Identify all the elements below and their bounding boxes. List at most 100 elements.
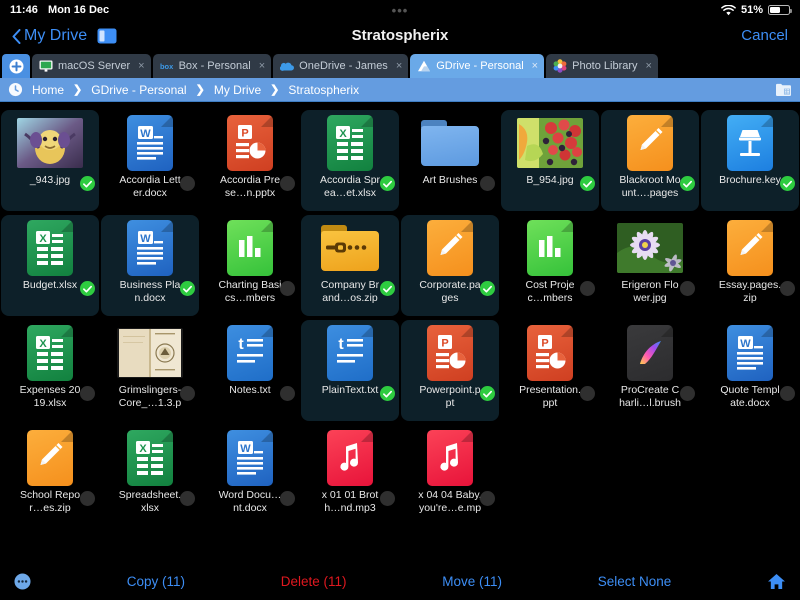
file-item[interactable]: Grimslingers-Core_…1.3.pdf [101, 320, 199, 421]
selection-circle-icon[interactable] [480, 491, 495, 506]
file-item[interactable]: ProCreate Charli…l.brush [601, 320, 699, 421]
selection-circle-icon[interactable] [480, 176, 495, 191]
file-item[interactable]: P Presentation.ppt [501, 320, 599, 421]
file-item[interactable]: X Accordia Sprea…et.xlsx [301, 110, 399, 211]
selection-checkmark-icon[interactable] [380, 281, 395, 296]
selection-circle-icon[interactable] [280, 386, 295, 401]
delete-button[interactable]: Delete (11) [281, 574, 347, 589]
file-label-row: B_954.jpg [501, 174, 599, 191]
file-item[interactable]: W Accordia Letter.docx [101, 110, 199, 211]
file-cell: Art Brushes [400, 108, 500, 213]
file-item[interactable]: Cost Projec…mbers [501, 215, 599, 316]
tab-macos-server[interactable]: macOS Server × [32, 54, 151, 78]
selection-circle-icon[interactable] [280, 176, 295, 191]
selection-circle-icon[interactable] [180, 176, 195, 191]
file-item[interactable]: Corporate.pages [401, 215, 499, 316]
selection-checkmark-icon[interactable] [80, 176, 95, 191]
file-item[interactable]: t PlainText.txt [301, 320, 399, 421]
word-glyph: W [137, 126, 163, 160]
file-item[interactable]: B_954.jpg [501, 110, 599, 211]
tab-photo-library[interactable]: Photo Library × [546, 54, 658, 78]
file-name: x 04 04 Baby, you're…e.mp3 [418, 489, 482, 515]
selection-checkmark-icon[interactable] [180, 281, 195, 296]
file-item[interactable]: School Repor…es.zip [1, 425, 99, 526]
file-item[interactable]: W Word Docu…nt.docx [201, 425, 299, 526]
tab-onedrive-james[interactable]: OneDrive - James × [273, 54, 409, 78]
file-item[interactable]: Essay.pages.zip [701, 215, 799, 316]
file-item[interactable]: x 04 04 Baby, you're…e.mp3 [401, 425, 499, 526]
file-item[interactable]: _943.jpg [1, 110, 99, 211]
selection-circle-icon[interactable] [780, 281, 795, 296]
breadcrumb-item[interactable]: Home [32, 83, 64, 97]
selection-circle-icon[interactable] [680, 281, 695, 296]
selection-circle-icon[interactable] [680, 386, 695, 401]
selection-circle-icon[interactable] [780, 386, 795, 401]
tab-box-personal[interactable]: box Box - Personal × [152, 54, 272, 78]
selection-circle-icon[interactable] [80, 491, 95, 506]
file-label-row: Cost Projec…mbers [501, 279, 599, 304]
add-tab-button[interactable] [2, 54, 30, 78]
selection-checkmark-icon[interactable] [380, 386, 395, 401]
file-item[interactable]: Company Brand…os.zip [301, 215, 399, 316]
document-shape [727, 220, 773, 276]
more-options-icon[interactable] [14, 572, 31, 590]
file-item[interactable]: P Powerpoint.ppt [401, 320, 499, 421]
selection-circle-icon[interactable] [180, 386, 195, 401]
history-clock-icon[interactable] [8, 82, 23, 97]
svg-text:X: X [339, 128, 347, 140]
file-item[interactable]: W Quote Template.docx [701, 320, 799, 421]
file-item[interactable]: X Budget.xlsx [1, 215, 99, 316]
file-name: Quote Template.docx [720, 384, 780, 409]
selection-checkmark-icon[interactable] [580, 176, 595, 191]
split-view-icon[interactable] [97, 28, 117, 44]
file-item[interactable]: x 01 01 Broth…nd.mp3 [301, 425, 399, 526]
close-icon[interactable]: × [138, 60, 144, 72]
file-thumbnail [716, 114, 784, 172]
file-label-row: Brochure.key [701, 174, 799, 191]
selection-checkmark-icon[interactable] [80, 281, 95, 296]
file-item[interactable]: Brochure.key [701, 110, 799, 211]
file-item[interactable]: Charting Basics…mbers [201, 215, 299, 316]
selection-circle-icon[interactable] [180, 491, 195, 506]
selection-circle-icon[interactable] [80, 386, 95, 401]
selection-circle-icon[interactable] [580, 386, 595, 401]
cancel-button[interactable]: Cancel [741, 27, 788, 44]
back-button[interactable]: My Drive [12, 27, 87, 45]
close-icon[interactable]: × [396, 60, 402, 72]
selection-checkmark-icon[interactable] [780, 176, 795, 191]
copy-button[interactable]: Copy (11) [127, 574, 185, 589]
file-item[interactable]: W Business Plan.docx [101, 215, 199, 316]
file-thumbnail: X [16, 324, 84, 382]
selection-circle-icon[interactable] [280, 281, 295, 296]
file-item[interactable]: P Accordia Prese…n.pptx [201, 110, 299, 211]
select-none-button[interactable]: Select None [598, 574, 672, 589]
selection-circle-icon[interactable] [580, 281, 595, 296]
close-icon[interactable]: × [646, 60, 652, 72]
file-item[interactable]: t Notes.txt [201, 320, 299, 421]
home-icon[interactable] [767, 573, 786, 590]
selection-checkmark-icon[interactable] [380, 176, 395, 191]
breadcrumb-item[interactable]: GDrive - Personal [91, 83, 186, 97]
selection-checkmark-icon[interactable] [680, 176, 695, 191]
move-button[interactable]: Move (11) [442, 574, 502, 589]
file-item[interactable]: X Spreadsheet.xlsx [101, 425, 199, 526]
file-cell: t Notes.txt [200, 318, 300, 423]
selection-circle-icon[interactable] [280, 491, 295, 506]
close-icon[interactable]: × [259, 60, 265, 72]
close-icon[interactable]: × [532, 60, 538, 72]
file-item[interactable]: Art Brushes [401, 110, 499, 211]
breadcrumb-item[interactable]: Stratospherix [288, 83, 359, 97]
breadcrumb-item[interactable]: My Drive [214, 83, 261, 97]
tab-gdrive-personal[interactable]: GDrive - Personal × [410, 54, 545, 78]
file-thumbnail [716, 219, 784, 277]
file-item[interactable]: Blackroot Mount….pages [601, 110, 699, 211]
selection-checkmark-icon[interactable] [480, 281, 495, 296]
file-name: Budget.xlsx [22, 279, 78, 291]
selection-circle-icon[interactable] [380, 491, 395, 506]
file-item[interactable]: X Expenses 2019.xlsx [1, 320, 99, 421]
folder-view-icon[interactable] [775, 82, 792, 97]
svg-text:t: t [238, 336, 244, 353]
selection-checkmark-icon[interactable] [480, 386, 495, 401]
file-item[interactable]: Erigeron Flower.jpg [601, 215, 699, 316]
file-cell: x 01 01 Broth…nd.mp3 [300, 423, 400, 528]
